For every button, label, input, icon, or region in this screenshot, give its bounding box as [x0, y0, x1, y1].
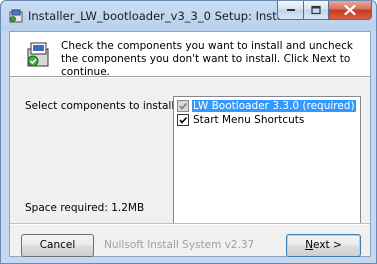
installer-app-icon — [9, 9, 23, 23]
caption-buttons — [277, 1, 372, 21]
installer-window: Installer_LW_bootloader_v3_3_0 Setup: In… — [0, 0, 377, 264]
footer-divider — [10, 223, 370, 225]
nsis-branding: Nullsoft Install System v2.37 — [104, 239, 255, 251]
next-button-label: ext > — [313, 239, 342, 251]
component-item-start-menu[interactable]: Start Menu Shortcuts — [177, 114, 305, 126]
next-button-mnemonic: N — [305, 239, 314, 251]
header-divider — [10, 76, 370, 78]
installer-box-icon — [24, 40, 54, 70]
checkbox-bootloader — [177, 100, 189, 112]
close-button[interactable] — [329, 1, 372, 20]
dialog-client-area: Check the components you want to install… — [9, 31, 371, 257]
next-button[interactable]: Next > — [286, 234, 361, 257]
minimize-icon — [286, 9, 295, 11]
component-label-start-menu: Start Menu Shortcuts — [193, 114, 305, 126]
component-label-bootloader: LW Bootloader 3.3.0 (required) — [192, 100, 356, 112]
header-panel: Check the components you want to install… — [10, 32, 370, 78]
maximize-icon — [311, 5, 321, 15]
header-description: Check the components you want to install… — [61, 40, 353, 78]
checkmark-icon — [179, 102, 188, 110]
close-icon — [344, 5, 356, 15]
component-item-bootloader[interactable]: LW Bootloader 3.3.0 (required) — [177, 100, 356, 112]
select-components-label: Select components to install: — [25, 100, 178, 112]
checkmark-icon — [179, 116, 188, 124]
space-required-label: Space required: 1.2MB — [25, 202, 145, 214]
title-bar[interactable]: Installer_LW_bootloader_v3_3_0 Setup: In… — [1, 1, 377, 31]
maximize-button[interactable] — [304, 1, 329, 20]
window-title: Installer_LW_bootloader_v3_3_0 Setup: In… — [28, 9, 286, 23]
checkbox-start-menu[interactable] — [177, 114, 189, 126]
cancel-button[interactable]: Cancel — [21, 234, 94, 257]
minimize-button[interactable] — [277, 1, 304, 20]
components-tree[interactable]: LW Bootloader 3.3.0 (required) Start Men… — [173, 96, 361, 225]
